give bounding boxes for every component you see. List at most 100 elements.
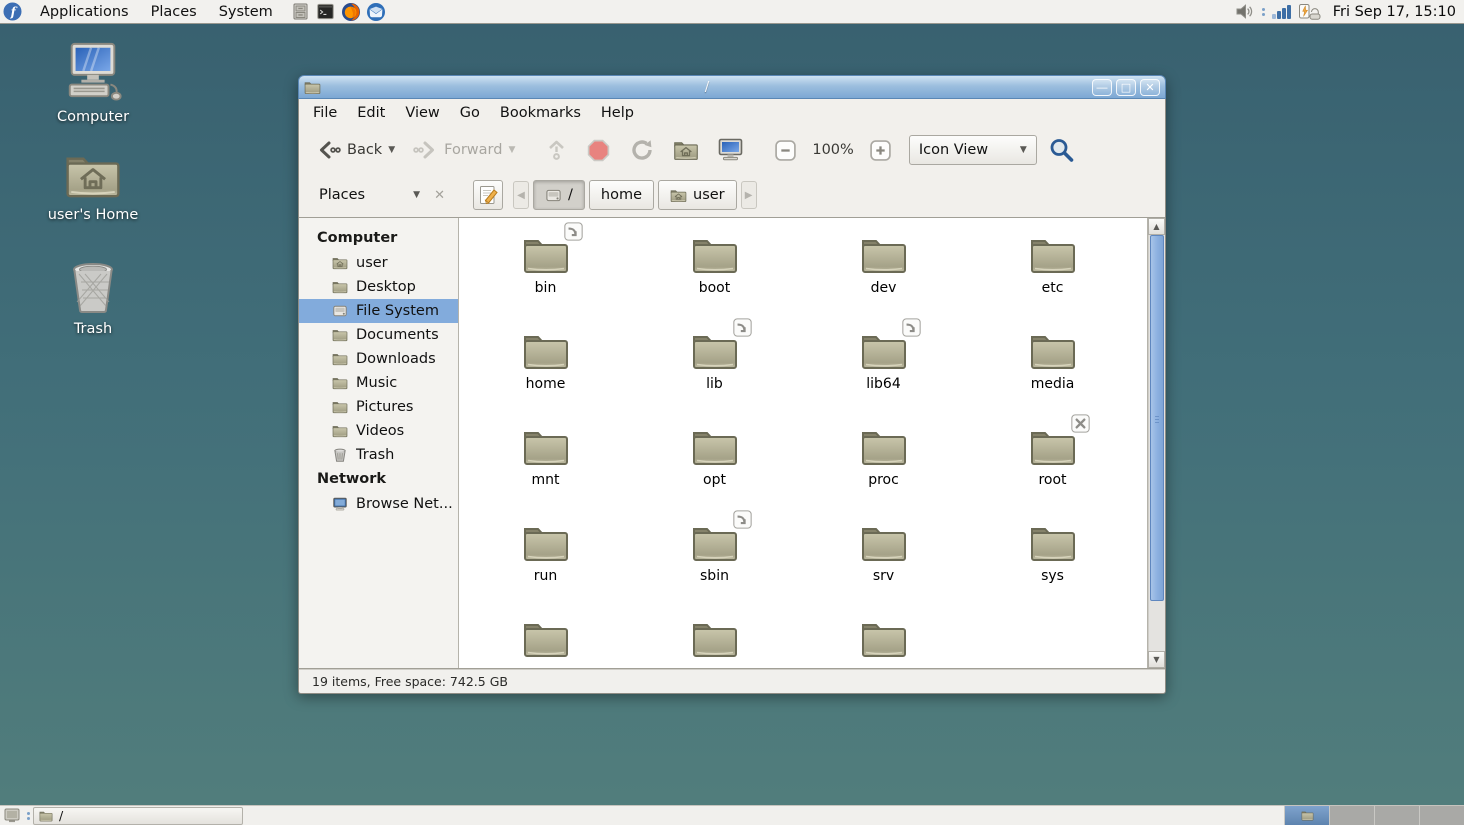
folder-icon (522, 426, 570, 467)
workspace-2[interactable] (1329, 806, 1374, 825)
sidebar-item-desktop[interactable]: Desktop (299, 275, 458, 299)
workspace-1[interactable] (1284, 806, 1329, 825)
path-button-root[interactable]: / (533, 180, 585, 210)
close-button[interactable]: ✕ (1140, 79, 1160, 96)
scrollbar-track[interactable] (1148, 235, 1165, 651)
file-item-lib64[interactable]: lib64 (799, 316, 968, 412)
computer-icon (717, 137, 744, 163)
sidebar-item-label: File System (356, 303, 439, 319)
vertical-scrollbar[interactable]: ▲ ▼ (1147, 218, 1165, 668)
search-button[interactable] (1041, 130, 1082, 171)
up-button[interactable] (538, 131, 575, 169)
task-button[interactable]: / (33, 807, 243, 825)
stop-button[interactable] (579, 131, 618, 170)
home-button[interactable] (666, 132, 706, 168)
file-item-home[interactable]: home (461, 316, 630, 412)
folder-icon (332, 352, 348, 366)
desktop-icon-users-home[interactable]: user's Home (35, 150, 151, 223)
symlink-emblem-icon (733, 510, 752, 533)
notification-area-handle[interactable] (1262, 8, 1265, 16)
file-item-mnt[interactable]: mnt (461, 412, 630, 508)
drive-icon (545, 187, 562, 204)
sidebar-item-music[interactable]: Music (299, 371, 458, 395)
workspace-3[interactable] (1374, 806, 1419, 825)
panel-menu-applications[interactable]: Applications (29, 0, 140, 23)
network-signal-icon[interactable] (1272, 4, 1291, 19)
computer-button[interactable] (710, 130, 751, 170)
maximize-button[interactable]: □ (1116, 79, 1136, 96)
zoom-in-button[interactable] (862, 132, 899, 169)
edit-location-button[interactable] (473, 180, 503, 210)
forward-button[interactable]: Forward ▼ (406, 132, 522, 168)
sidebar-item-videos[interactable]: Videos (299, 419, 458, 443)
file-item-srv[interactable]: srv (799, 508, 968, 604)
desktop-icon-trash[interactable]: Trash (35, 262, 151, 337)
file-name: lib64 (866, 376, 900, 392)
window-list-handle[interactable] (24, 812, 33, 820)
file-item-lib[interactable]: lib (630, 316, 799, 412)
menu-edit[interactable]: Edit (347, 101, 395, 125)
reload-button[interactable] (622, 130, 662, 170)
scroll-up-icon[interactable]: ▲ (1148, 218, 1165, 235)
panel-menu-places[interactable]: Places (140, 0, 208, 23)
firefox-launcher-icon[interactable] (340, 1, 362, 23)
scrollbar-thumb[interactable] (1150, 235, 1164, 601)
file-cabinet-launcher-icon[interactable] (290, 1, 312, 23)
file-item-dev[interactable]: dev (799, 220, 968, 316)
sidebar-item-user[interactable]: user (299, 251, 458, 275)
menu-view[interactable]: View (395, 101, 449, 125)
file-item-sbin[interactable]: sbin (630, 508, 799, 604)
titlebar[interactable]: / ― □ ✕ (298, 75, 1166, 99)
sidebar-item-downloads[interactable]: Downloads (299, 347, 458, 371)
path-button-user[interactable]: user (658, 180, 737, 210)
volume-icon[interactable] (1235, 3, 1255, 20)
show-desktop-button[interactable] (0, 806, 24, 825)
file-item-root[interactable]: root (968, 412, 1137, 508)
zoom-out-button[interactable] (767, 132, 804, 169)
view-mode-dropdown[interactable]: Icon View ▼ (909, 135, 1037, 165)
file-item-bin[interactable]: bin (461, 220, 630, 316)
file-name: media (1031, 376, 1075, 392)
file-item[interactable] (461, 604, 630, 668)
path-scroll-right-icon[interactable]: ▶ (741, 181, 757, 209)
sidebar-item-file-system[interactable]: File System (299, 299, 458, 323)
file-item-boot[interactable]: boot (630, 220, 799, 316)
sidebar-item-documents[interactable]: Documents (299, 323, 458, 347)
folder-home-icon (332, 256, 348, 270)
menu-go[interactable]: Go (450, 101, 490, 125)
close-sidebar-icon[interactable]: ✕ (428, 188, 451, 203)
file-item-run[interactable]: run (461, 508, 630, 604)
file-item-opt[interactable]: opt (630, 412, 799, 508)
back-button[interactable]: Back ▼ (309, 132, 402, 168)
desktop-icon-computer[interactable]: Computer (35, 40, 151, 125)
file-item[interactable] (630, 604, 799, 668)
sidebar-item-browse-net[interactable]: Browse Net... (299, 492, 458, 516)
menu-help[interactable]: Help (591, 101, 644, 125)
panel-clock[interactable]: Fri Sep 17, 15:10 (1329, 4, 1456, 20)
file-view[interactable]: bin boot dev etc home lib lib64 media mn… (459, 218, 1147, 668)
scroll-down-icon[interactable]: ▼ (1148, 651, 1165, 668)
sidebar-item-pictures[interactable]: Pictures (299, 395, 458, 419)
file-item[interactable] (799, 604, 968, 668)
workspace-4[interactable] (1419, 806, 1464, 825)
folder-icon (1029, 234, 1077, 275)
file-item-etc[interactable]: etc (968, 220, 1137, 316)
panel-menu-system[interactable]: System (208, 0, 284, 23)
menu-bookmarks[interactable]: Bookmarks (490, 101, 591, 125)
path-button-home[interactable]: home (589, 180, 654, 210)
places-dropdown[interactable]: Places ▼ ✕ (299, 187, 459, 203)
sidebar-item-trash[interactable]: Trash (299, 443, 458, 467)
folder-icon (332, 424, 348, 438)
terminal-launcher-icon[interactable] (315, 1, 337, 23)
sidebar-item-label: Music (356, 375, 397, 391)
battery-icon[interactable] (1298, 3, 1322, 21)
file-item-sys[interactable]: sys (968, 508, 1137, 604)
file-item-proc[interactable]: proc (799, 412, 968, 508)
file-item-media[interactable]: media (968, 316, 1137, 412)
minimize-button[interactable]: ― (1092, 79, 1112, 96)
path-scroll-left-icon[interactable]: ◀ (513, 181, 529, 209)
folder-icon (522, 618, 570, 659)
menu-file[interactable]: File (303, 101, 347, 125)
fedora-logo-icon[interactable]: f (3, 2, 23, 22)
thunderbird-launcher-icon[interactable] (365, 1, 387, 23)
